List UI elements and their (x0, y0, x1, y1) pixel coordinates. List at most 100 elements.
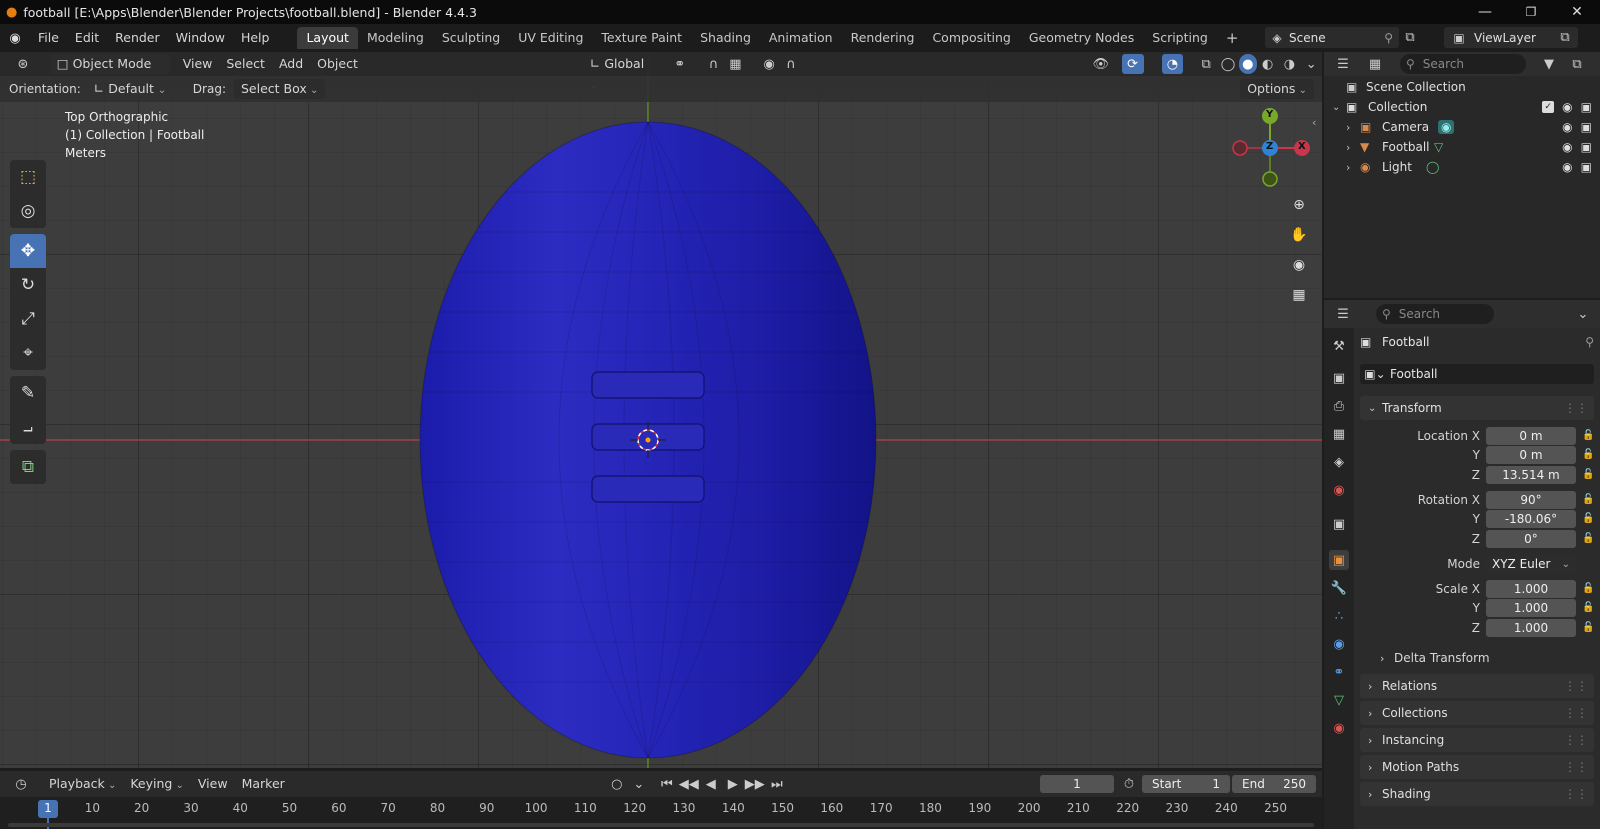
outliner-item-light[interactable]: › ◉ Light ◯ ◉ ▣ (1324, 157, 1600, 177)
mesh-data-icon[interactable]: ▽ (1434, 140, 1443, 154)
transform-panel-header[interactable]: ⌄ Transform ⋮⋮ (1360, 396, 1594, 420)
football-eye-icon[interactable]: ◉ (1562, 140, 1572, 154)
play-icon[interactable]: ▶ (722, 774, 744, 794)
editor-type-icon[interactable]: ⊛ (12, 54, 34, 74)
properties-editor-icon[interactable]: ☰ (1332, 304, 1354, 324)
rotation-mode-selector[interactable]: XYZ Euler ⌄ (1486, 555, 1576, 573)
shading-panel-header[interactable]: › Shading ⋮⋮ (1360, 782, 1594, 806)
camera-view-icon[interactable]: ◉ (1286, 252, 1312, 278)
timeline-menu-view[interactable]: View (191, 774, 235, 794)
tab-modeling[interactable]: Modeling (358, 27, 433, 49)
object-datablock-field[interactable]: ▣⌄ Football (1360, 364, 1594, 384)
play-reverse-icon[interactable]: ◀ (700, 774, 722, 794)
motion-paths-drag-icon[interactable]: ⋮⋮ (1564, 760, 1588, 774)
new-view-layer-icon[interactable]: ⧉ (1554, 27, 1576, 47)
rotation-y-field[interactable]: -180.06° (1486, 510, 1576, 528)
properties-options-icon[interactable]: ⌄ (1572, 304, 1594, 324)
prev-keyframe-icon[interactable]: ◀◀ (678, 774, 700, 794)
physics-tab-icon[interactable]: ◉ (1329, 634, 1349, 654)
visibility-icon[interactable]: 👁 (1090, 54, 1112, 74)
object-tab-icon[interactable]: ▣ (1329, 550, 1349, 570)
location-z-field[interactable]: 13.514 m (1486, 466, 1576, 484)
proportional-edit-icon[interactable]: ◉ (758, 54, 780, 74)
new-scene-icon[interactable]: ⧉ (1399, 27, 1421, 47)
menu-render[interactable]: Render (107, 27, 168, 49)
measure-icon[interactable]: ⨼ (10, 410, 46, 444)
end-frame-field[interactable]: End 250 (1232, 775, 1316, 793)
cursor-icon[interactable]: ◎ (10, 194, 46, 228)
light-expand-icon[interactable]: › (1346, 161, 1360, 174)
auto-keying-icon[interactable]: ○ (606, 774, 628, 794)
menu-help[interactable]: Help (233, 27, 278, 49)
outliner-search-input[interactable]: ⚲ Search (1400, 54, 1526, 74)
timeline-menu-keying[interactable]: Keying (123, 774, 191, 794)
scale-icon[interactable]: ⤢ (10, 302, 46, 336)
location-y-field[interactable]: 0 m (1486, 446, 1576, 464)
relations-panel-header[interactable]: › Relations ⋮⋮ (1360, 674, 1594, 698)
lock-location-y-icon[interactable]: 🔓 (1582, 449, 1594, 460)
lock-rotation-x-icon[interactable]: 🔓 (1582, 494, 1594, 505)
timeline-menu-playback[interactable]: Playback (42, 774, 123, 794)
lock-rotation-y-icon[interactable]: 🔓 (1582, 513, 1594, 524)
menu-window[interactable]: Window (168, 27, 233, 49)
lock-location-z-icon[interactable]: 🔓 (1582, 469, 1594, 480)
gizmo-toggle-icon[interactable]: ⟳ (1121, 54, 1144, 74)
collection-camera-icon[interactable]: ▣ (1581, 100, 1592, 114)
next-keyframe-icon[interactable]: ▶▶ (744, 774, 766, 794)
transform-orientation-selector[interactable]: ∟ Global (583, 54, 663, 74)
rendered-shading-icon[interactable]: ◑ (1279, 54, 1301, 74)
camera-data-icon[interactable]: ◉ (1438, 120, 1455, 134)
pin-object-icon[interactable]: ⚲ (1585, 335, 1594, 349)
football-render-icon[interactable]: ▣ (1581, 140, 1592, 154)
new-collection-icon[interactable]: ⧉ (1566, 54, 1588, 74)
outliner-item-football[interactable]: › ▼ Football ▽ ◉ ▣ (1324, 137, 1600, 157)
scale-z-field[interactable]: 1.000 (1486, 619, 1576, 637)
overlay-toggle-icon[interactable]: ◔ (1161, 54, 1184, 74)
tab-shading[interactable]: Shading (691, 27, 760, 49)
scale-x-field[interactable]: 1.000 (1486, 580, 1576, 598)
viewport-menu-object[interactable]: Object (310, 54, 365, 74)
collections-drag-icon[interactable]: ⋮⋮ (1564, 706, 1588, 720)
orientation-selector[interactable]: ∟ Default (87, 79, 183, 99)
scene-tab-icon[interactable]: ◈ (1329, 452, 1349, 472)
tab-rendering[interactable]: Rendering (842, 27, 924, 49)
3d-viewport[interactable]: Y Z X ⊛ □ Object Mode View Select Add Ob… (0, 52, 1322, 768)
properties-search-input[interactable]: ⚲ Search (1376, 304, 1494, 324)
material-shading-icon[interactable]: ◐ (1257, 54, 1279, 74)
world-tab-icon[interactable]: ◉ (1329, 480, 1349, 500)
add-cube-icon[interactable]: ⧉ (10, 450, 46, 484)
select-box-icon[interactable]: ⬚ (10, 160, 46, 194)
tab-scripting[interactable]: Scripting (1143, 27, 1217, 49)
ortho-toggle-icon[interactable]: ▦ (1286, 282, 1312, 308)
timeline-editor-icon[interactable]: ◷ (10, 774, 32, 794)
xray-toggle-icon[interactable]: ⧉ (1195, 54, 1217, 74)
transform-icon[interactable]: ⌖ (10, 336, 46, 370)
particles-tab-icon[interactable]: ∴ (1329, 606, 1349, 626)
keying-options-icon[interactable]: ⌄ (628, 774, 650, 794)
outliner-item-camera[interactable]: › ▣ Camera ◉ ◉ ▣ (1324, 117, 1600, 137)
timeline-scrollbar[interactable] (8, 823, 1314, 827)
scale-y-field[interactable]: 1.000 (1486, 599, 1576, 617)
collection-checkbox[interactable]: ✓ (1542, 101, 1555, 113)
light-eye-icon[interactable]: ◉ (1562, 160, 1572, 174)
annotate-icon[interactable]: ✎ (10, 376, 46, 410)
relations-drag-icon[interactable]: ⋮⋮ (1564, 679, 1588, 693)
jump-start-icon[interactable]: ⏮ (656, 774, 678, 794)
falloff-icon[interactable]: ∩ (780, 54, 802, 74)
light-render-icon[interactable]: ▣ (1581, 160, 1592, 174)
camera-render-icon[interactable]: ▣ (1581, 120, 1592, 134)
viewport-menu-add[interactable]: Add (272, 54, 310, 74)
lock-rotation-z-icon[interactable]: 🔓 (1582, 533, 1594, 544)
shading-drag-icon[interactable]: ⋮⋮ (1564, 787, 1588, 801)
tab-compositing[interactable]: Compositing (923, 27, 1019, 49)
data-tab-icon[interactable]: ▽ (1329, 690, 1349, 710)
modifiers-tab-icon[interactable]: 🔧 (1329, 578, 1349, 598)
stopwatch-icon[interactable]: ⏱ (1118, 774, 1140, 794)
pan-hand-icon[interactable]: ✋ (1286, 222, 1312, 248)
collection-tab-icon[interactable]: ▣ (1329, 514, 1349, 534)
close-button[interactable]: ✕ (1554, 0, 1600, 24)
output-tab-icon[interactable]: ⎙ (1329, 396, 1349, 416)
viewport-menu-view[interactable]: View (176, 54, 220, 74)
add-workspace-button[interactable]: + (1217, 27, 1248, 49)
location-x-field[interactable]: 0 m (1486, 427, 1576, 445)
